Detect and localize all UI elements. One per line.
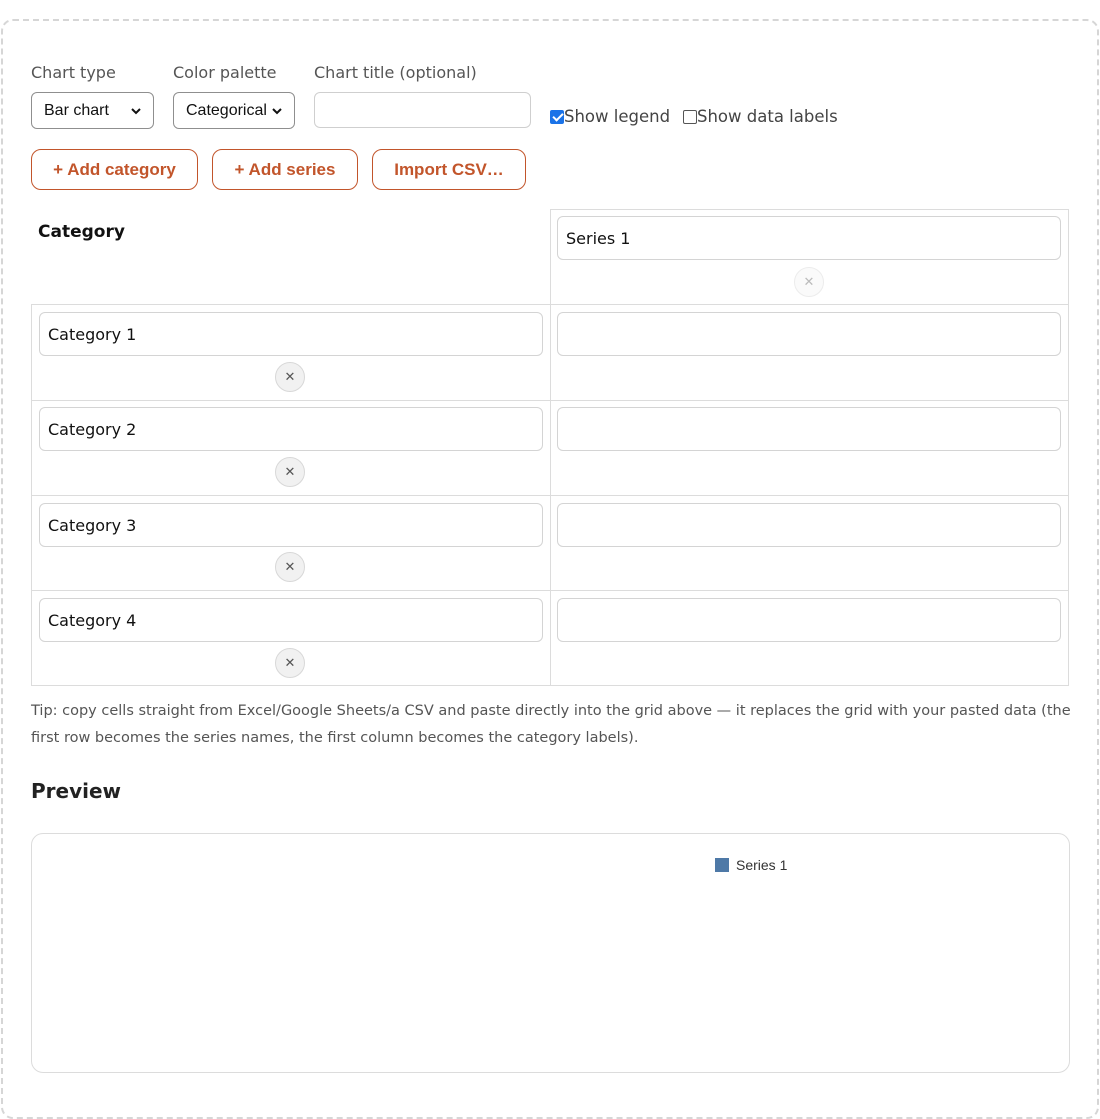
grid-divider [31,590,1069,591]
remove-series-button[interactable]: ✕ [794,267,824,297]
checkbox-checked-icon[interactable] [550,109,564,124]
show-legend-checkbox[interactable]: Show legend [550,107,670,126]
grid-divider [31,304,1069,305]
import-csv-button[interactable]: Import CSV… [372,149,526,190]
data-grid: Category Series 1 ✕ Category 1 ✕ Categor… [31,209,1069,686]
grid-divider [550,209,1069,210]
paste-tip: Tip: copy cells straight from Excel/Goog… [31,703,1071,746]
show-legend-label: Show legend [564,107,671,126]
grid-divider [31,495,1069,496]
show-data-labels-label: Show data labels [697,107,838,126]
remove-category-button[interactable]: ✕ [275,457,305,487]
chart-preview: Series 1 [31,833,1070,1073]
grid-divider [1068,209,1069,686]
remove-category-button[interactable]: ✕ [275,362,305,392]
color-palette-select[interactable]: Categorical [173,92,295,129]
grid-divider [550,209,551,686]
add-series-button[interactable]: + Add series [212,149,358,190]
show-data-labels-checkbox[interactable]: Show data labels [683,107,838,126]
chart-type-select[interactable]: Bar chart [31,92,154,129]
color-palette-label: Color palette [173,63,277,82]
category-input[interactable]: Category 1 [39,312,543,356]
value-input[interactable] [557,598,1061,642]
checkbox-unchecked-icon[interactable] [683,109,697,124]
chevron-down-icon [131,108,141,115]
color-palette-value: Categorical [186,101,267,119]
category-input[interactable]: Category 4 [39,598,543,642]
series-name-input[interactable]: Series 1 [557,216,1061,260]
legend-label: Series 1 [736,857,788,873]
close-icon: ✕ [284,559,296,575]
grid-divider [31,400,1069,401]
chart-type-value: Bar chart [44,101,109,119]
close-icon: ✕ [803,274,815,290]
chart-legend: Series 1 [715,857,787,873]
close-icon: ✕ [284,369,296,385]
remove-category-button[interactable]: ✕ [275,648,305,678]
chart-title-input[interactable] [314,92,531,128]
category-column-header: Category [38,222,125,242]
category-input[interactable]: Category 2 [39,407,543,451]
add-category-button[interactable]: + Add category [31,149,198,190]
value-input[interactable] [557,503,1061,547]
remove-category-button[interactable]: ✕ [275,552,305,582]
legend-swatch [715,858,729,872]
chart-type-label: Chart type [31,63,116,82]
chevron-down-icon [272,108,282,115]
category-input[interactable]: Category 3 [39,503,543,547]
value-input[interactable] [557,312,1061,356]
chart-title-label: Chart title (optional) [314,63,477,82]
preview-heading: Preview [31,779,122,803]
value-input[interactable] [557,407,1061,451]
close-icon: ✕ [284,464,296,480]
close-icon: ✕ [284,655,296,671]
grid-divider [31,685,1069,686]
